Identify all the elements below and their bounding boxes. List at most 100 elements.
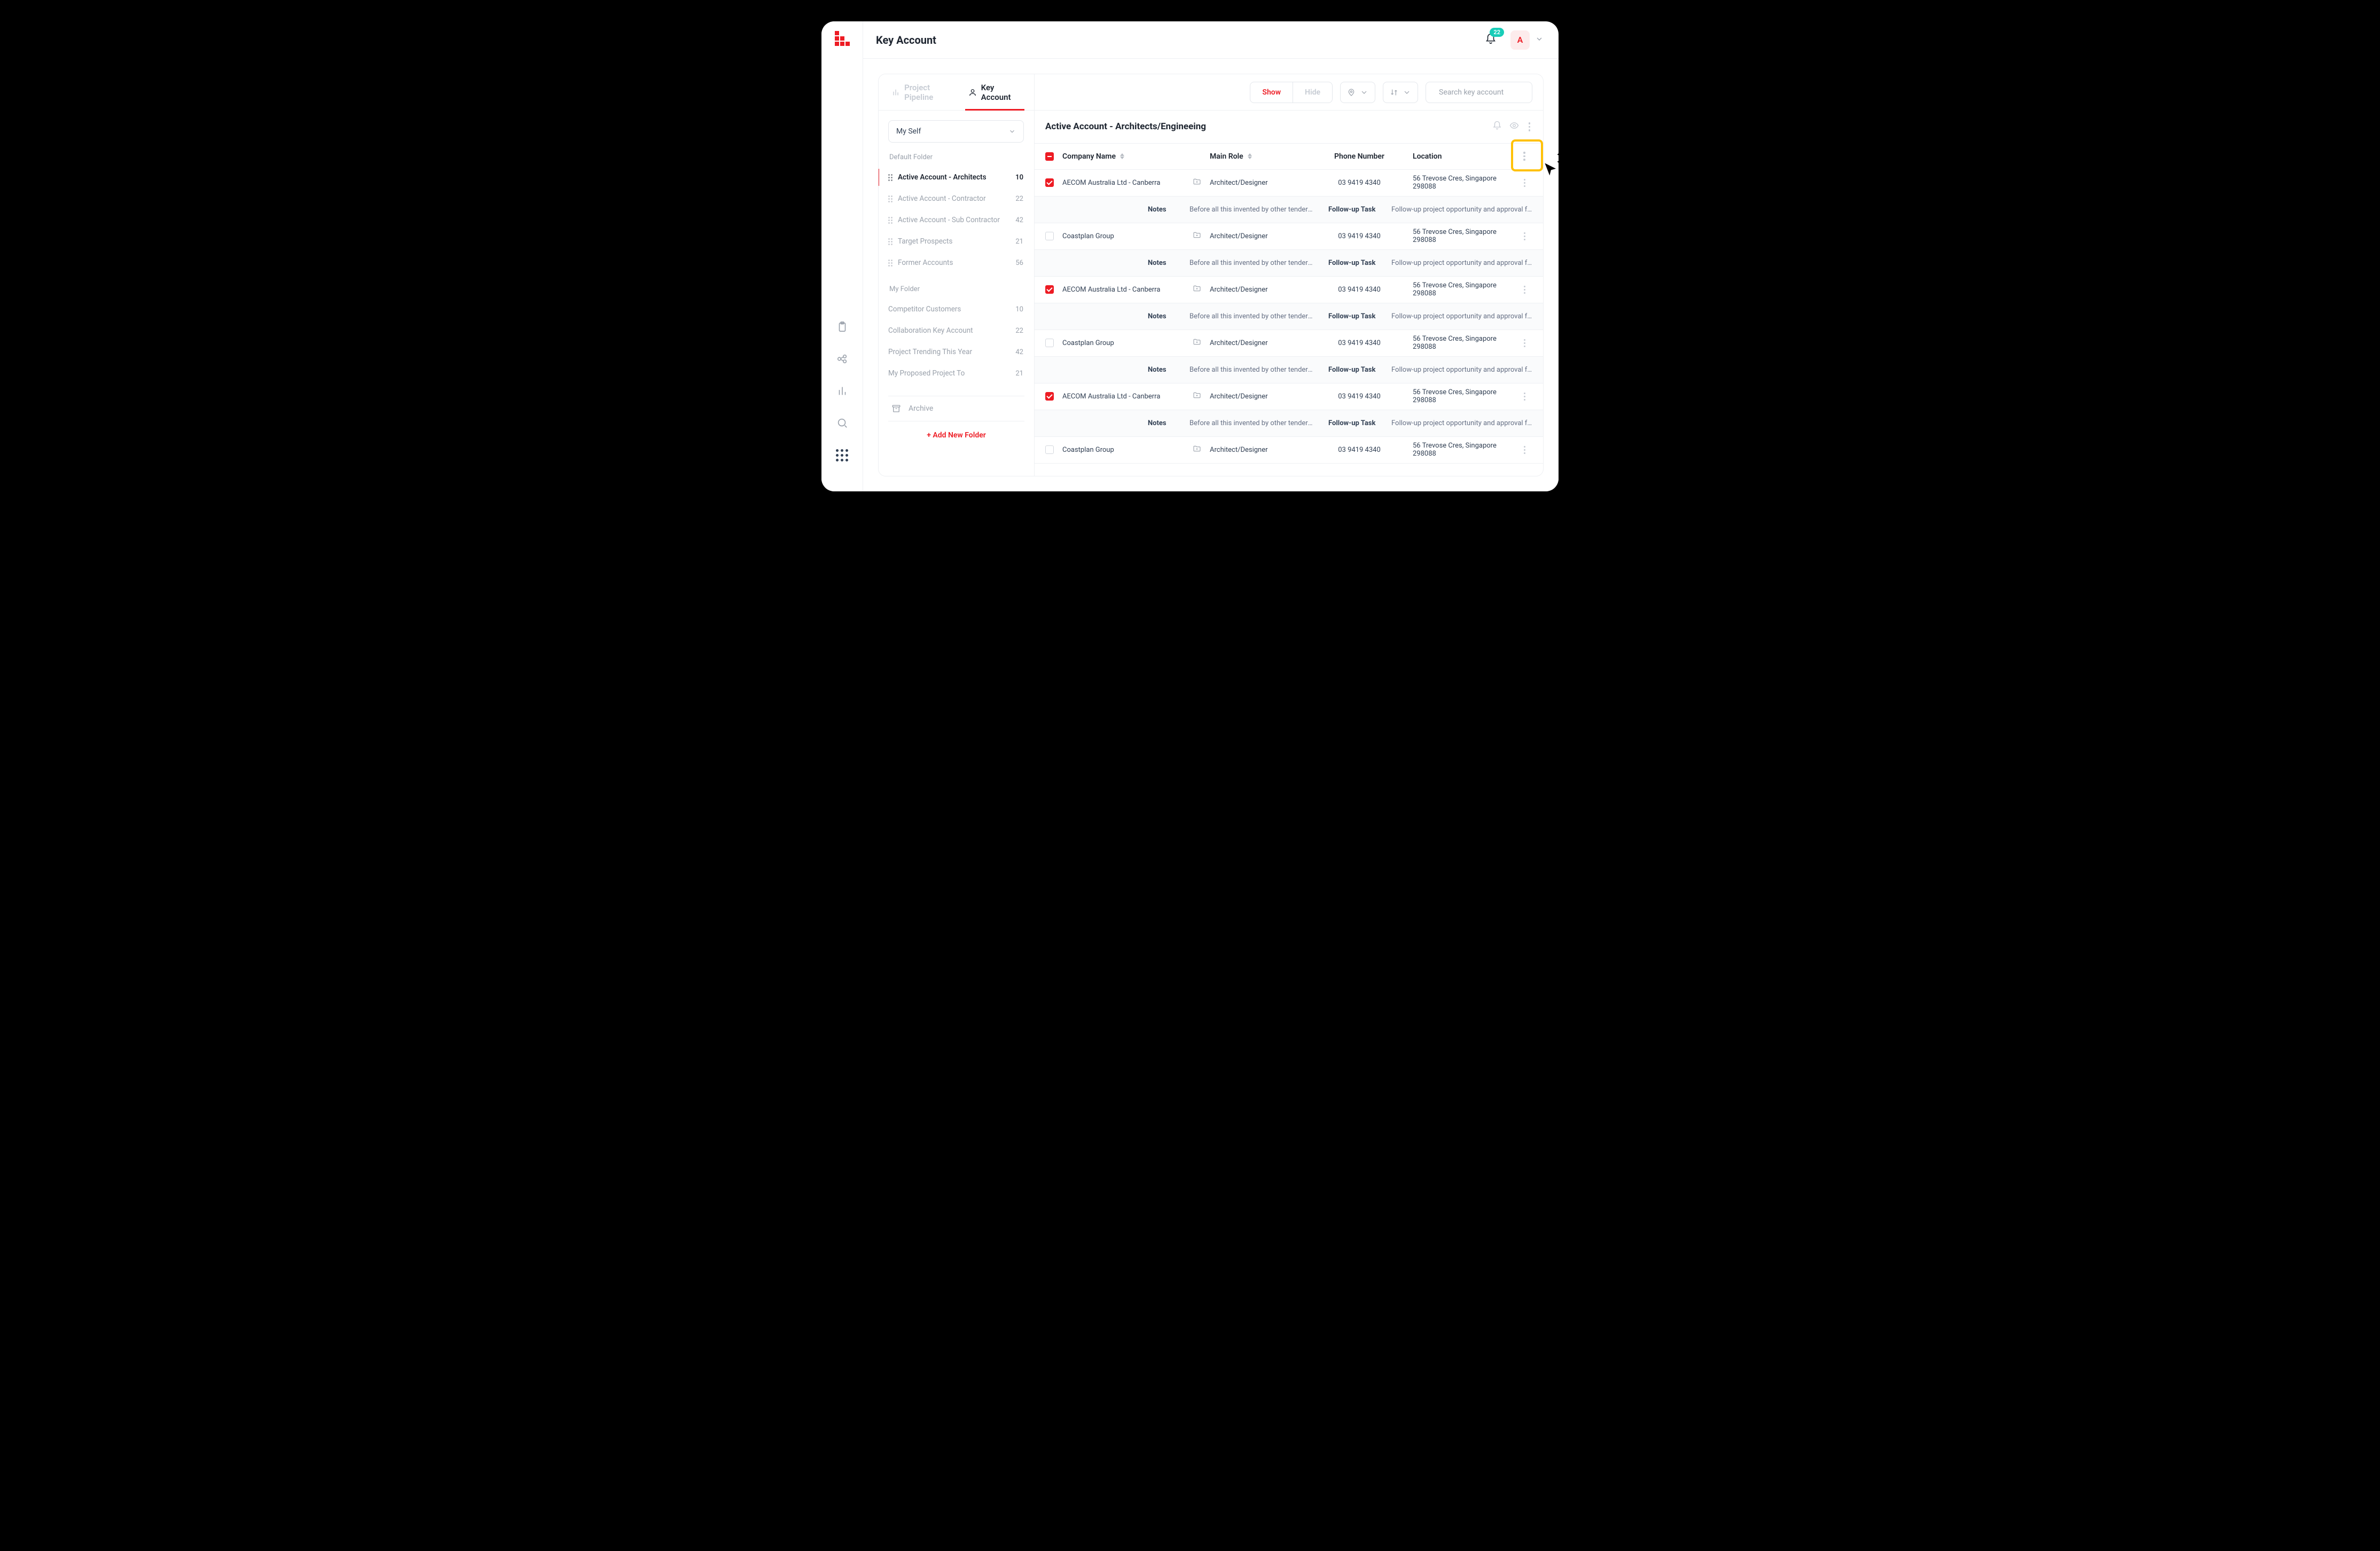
location-filter-button[interactable] [1340, 82, 1375, 103]
tab-project-pipeline[interactable]: Project Pipeline [888, 74, 958, 110]
notes-label: Notes [1148, 366, 1180, 374]
col-header-company[interactable]: Company Name [1062, 152, 1193, 161]
sidebar-my-folder-item[interactable]: My Proposed Project To 21 [888, 363, 1024, 384]
sidebar-my-folder-item[interactable]: Collaboration Key Account 22 [888, 320, 1024, 341]
user-filter-select[interactable]: My Self [888, 120, 1024, 143]
table-row: Coastplan Group Architect/Designer 03 94… [1035, 223, 1543, 250]
notification-bell[interactable]: 22 [1485, 33, 1497, 47]
sidebar-scroll: My Self Default Folder Active Account - … [879, 111, 1034, 476]
sidebar-folder-item[interactable]: Active Account - Contractor 22 [888, 188, 1024, 209]
sidebar-my-folder-item[interactable]: Project Trending This Year 42 [888, 341, 1024, 363]
folder-name: Collaboration Key Account [888, 326, 1010, 335]
add-folder-button[interactable]: + Add New Folder [888, 421, 1024, 443]
role-cell: Architect/Designer [1210, 339, 1317, 347]
role-cell: Architect/Designer [1210, 286, 1317, 294]
folder-count: 21 [1015, 238, 1023, 246]
location-cell: 56 Trevose Cres, Singapore 298088 [1402, 388, 1516, 404]
show-button[interactable]: Show [1250, 82, 1293, 103]
phone-cell: 03 9419 4340 [1317, 286, 1402, 294]
account-table: Company Name Main Role Phone Number Loca… [1035, 143, 1543, 476]
drag-handle-icon[interactable] [888, 174, 893, 181]
row-more-menu[interactable] [1524, 179, 1525, 187]
col-header-location[interactable]: Location [1402, 152, 1516, 161]
company-name: AECOM Australia Ltd - Canberra [1062, 286, 1160, 294]
apps-grid-icon[interactable] [831, 443, 854, 467]
role-cell: Architect/Designer [1210, 393, 1317, 401]
company-name: Coastplan Group [1062, 446, 1114, 454]
folder-count: 22 [1015, 327, 1023, 335]
row-more-menu[interactable] [1524, 339, 1525, 347]
col-header-phone[interactable]: Phone Number [1317, 152, 1402, 161]
drag-handle-icon[interactable] [888, 238, 893, 245]
add-to-folder-icon[interactable] [1193, 231, 1210, 241]
location-cell: 56 Trevose Cres, Singapore 298088 [1402, 442, 1516, 458]
table-header-more-menu[interactable] [1521, 150, 1528, 163]
row-checkbox[interactable] [1045, 232, 1054, 240]
section-more-menu[interactable] [1526, 120, 1533, 134]
add-to-folder-icon[interactable] [1193, 284, 1210, 295]
folder-name: Competitor Customers [888, 305, 1010, 314]
brand-logo[interactable] [835, 31, 850, 46]
col-header-role[interactable]: Main Role [1210, 152, 1317, 161]
table-row: Coastplan Group Architect/Designer 03 94… [1035, 330, 1543, 357]
folder-count: 42 [1015, 216, 1023, 224]
notification-count-badge: 22 [1490, 28, 1504, 37]
row-checkbox[interactable] [1045, 178, 1054, 187]
row-checkbox[interactable] [1045, 445, 1054, 454]
analytics-icon[interactable] [831, 379, 854, 403]
user-menu-chevron[interactable] [1535, 35, 1544, 45]
notes-label: Notes [1148, 419, 1180, 427]
sort-icon [1120, 153, 1124, 159]
page-title: Key Account [876, 34, 936, 46]
cluster-icon[interactable] [831, 347, 854, 371]
header-bar: Key Account 22 A [863, 21, 1559, 59]
tab-label: Project Pipeline [904, 83, 955, 102]
my-folder-heading: My Folder [888, 285, 1024, 293]
user-avatar[interactable]: A [1510, 30, 1530, 50]
row-checkbox[interactable] [1045, 339, 1054, 347]
row-checkbox[interactable] [1045, 392, 1054, 401]
folder-name: Active Account - Sub Contractor [898, 216, 1010, 224]
phone-cell: 03 9419 4340 [1317, 393, 1402, 401]
search-input[interactable] [1439, 88, 1534, 97]
archive-button[interactable]: Archive [888, 396, 1024, 421]
search-nav-icon[interactable] [831, 411, 854, 435]
sidebar-folder-item[interactable]: Target Prospects 21 [888, 231, 1024, 252]
phone-cell: 03 9419 4340 [1317, 232, 1402, 240]
notes-label: Notes [1148, 312, 1180, 320]
section-notif-icon[interactable] [1492, 121, 1502, 132]
row-checkbox[interactable] [1045, 285, 1054, 294]
add-to-folder-icon[interactable] [1193, 391, 1210, 402]
row-more-menu[interactable] [1524, 286, 1525, 294]
sidebar-folder-item[interactable]: Former Accounts 56 [888, 252, 1024, 273]
default-folder-heading: Default Folder [888, 153, 1024, 161]
drag-handle-icon[interactable] [888, 260, 893, 267]
notes-label: Notes [1148, 259, 1180, 267]
followup-label: Follow-up Task [1328, 419, 1387, 427]
row-more-menu[interactable] [1524, 446, 1525, 454]
tab-key-account[interactable]: Key Account [965, 74, 1024, 110]
section-visibility-icon[interactable] [1509, 121, 1519, 132]
row-more-menu[interactable] [1524, 393, 1525, 401]
followup-label: Follow-up Task [1328, 259, 1387, 267]
hide-button[interactable]: Hide [1293, 82, 1332, 103]
drag-handle-icon[interactable] [888, 195, 893, 202]
add-to-folder-icon[interactable] [1193, 177, 1210, 188]
sidebar-folder-item[interactable]: Active Account - Sub Contractor 42 [888, 209, 1024, 231]
sidebar-my-folder-item[interactable]: Competitor Customers 10 [888, 299, 1024, 320]
select-all-checkbox[interactable] [1045, 152, 1054, 161]
search-box[interactable] [1426, 82, 1532, 103]
phone-cell: 03 9419 4340 [1317, 179, 1402, 187]
location-cell: 56 Trevose Cres, Singapore 298088 [1402, 228, 1516, 244]
row-more-menu[interactable] [1524, 232, 1525, 240]
add-to-folder-icon[interactable] [1193, 338, 1210, 348]
add-to-folder-icon[interactable] [1193, 444, 1210, 455]
sidebar-folder-item[interactable]: Active Account - Architects 10 [888, 167, 1024, 188]
content-area: Project Pipeline Key Account My Self [863, 59, 1559, 491]
sort-filter-button[interactable] [1383, 82, 1418, 103]
clipboard-icon[interactable] [831, 315, 854, 339]
drag-handle-icon[interactable] [888, 217, 893, 224]
folder-name: Active Account - Contractor [898, 194, 1010, 203]
folder-name: Active Account - Architects [898, 173, 1010, 182]
archive-label: Archive [909, 404, 933, 413]
